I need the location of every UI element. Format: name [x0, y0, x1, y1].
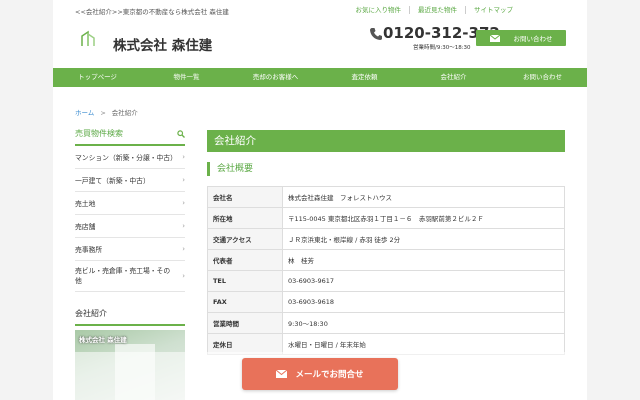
top-note: <<会社紹介>>東京都の不動産なら株式会社 森住建 [75, 8, 229, 16]
mail-contact-label: メールでお問合せ [295, 370, 364, 380]
table-row: 営業時間 9:30〜18:30 [207, 312, 565, 334]
section-title: 会社概要 [207, 162, 565, 176]
nav-item-company[interactable]: 会社紹介 [409, 68, 498, 87]
favorites-link[interactable]: お気に入り物件 [348, 6, 410, 14]
sidebar-item-store[interactable]: 売店舗 › [75, 215, 185, 238]
row-key: FAX [207, 291, 283, 313]
phone-icon [370, 28, 382, 40]
nav-item-sellers[interactable]: 売却のお客様へ [231, 68, 320, 87]
sidebar-item-building[interactable]: 売ビル・売倉庫・売工場・その他 › [75, 261, 185, 292]
row-value: 03-6903-9617 [282, 270, 565, 292]
row-value: 株式会社森住建 フォレストハウス [282, 186, 565, 208]
row-key: 代表者 [207, 249, 283, 271]
chevron-right-icon: › [182, 272, 185, 280]
sidebar-item-mansion[interactable]: マンション（新築・分譲・中古） › [75, 146, 185, 169]
logo-icon[interactable] [79, 30, 97, 48]
breadcrumb-current: 会社紹介 [111, 109, 138, 117]
sidebar-item-house[interactable]: 一戸建て（新築・中古） › [75, 169, 185, 192]
row-value: 〒115-0045 東京都北区赤羽１丁目１－６ 赤羽駅前第２ビル２Ｆ [282, 207, 565, 229]
chevron-right-icon: › [182, 245, 185, 253]
breadcrumb-home[interactable]: ホーム [75, 109, 94, 117]
sidebar-item-label: 売土地 [75, 200, 96, 208]
sidebar-item-office[interactable]: 売事務所 › [75, 238, 185, 261]
table-row: 会社名 株式会社森住建 フォレストハウス [207, 186, 565, 208]
global-nav: トップページ 物件一覧 売却のお客様へ 査定依頼 会社紹介 お問い合わせ [53, 68, 587, 87]
company-name[interactable]: 株式会社 森住建 [113, 34, 212, 54]
sidebar-item-label: 売ビル・売倉庫・売工場・その他 [75, 267, 171, 285]
row-value: ＪＲ京浜東北・根岸線 / 赤羽 徒歩 2分 [282, 228, 565, 250]
sidebar-company-title: 会社紹介 [75, 308, 185, 326]
table-row: 代表者林 桂芳 [207, 249, 565, 271]
sidebar-category-list: マンション（新築・分譲・中古） › 一戸建て（新築・中古） › 売土地 › 売店舗 › … [75, 146, 185, 292]
nav-item-properties[interactable]: 物件一覧 [142, 68, 231, 87]
sidebar-item-label: マンション（新築・分譲・中古） [75, 154, 177, 162]
page-title: 会社紹介 [207, 130, 565, 152]
sidebar-item-label: 売事務所 [75, 246, 103, 254]
row-value: 03-6903-9618 [282, 291, 565, 313]
row-key: 営業時間 [207, 312, 283, 334]
chevron-right-icon: › [182, 153, 185, 161]
chevron-right-icon: › [182, 199, 185, 207]
contact-button[interactable]: お問い合わせ [476, 30, 566, 46]
chevron-right-icon: › [182, 222, 185, 230]
nav-item-appraisal[interactable]: 査定依頼 [320, 68, 409, 87]
nav-item-top[interactable]: トップページ [53, 68, 142, 87]
row-value: 9:30〜18:30 [282, 312, 565, 334]
sidebar-search-title: 売買物件検索 [75, 129, 123, 138]
sidebar-item-land[interactable]: 売土地 › [75, 192, 185, 215]
company-info-table: 会社名 株式会社森住建 フォレストハウス 所在地 〒115-0045 東京都北区赤羽… [207, 186, 565, 355]
company-banner-text: 株式会社 森住建 [79, 336, 127, 344]
breadcrumb-separator: > [100, 109, 106, 117]
row-value: 林 桂芳 [282, 249, 565, 271]
sitemap-link[interactable]: サイトマップ [465, 6, 521, 14]
top-links: お気に入り物件 最近見た物件 サイトマップ [348, 6, 522, 14]
row-key: 会社名 [207, 186, 283, 208]
mail-icon [276, 370, 288, 378]
nav-item-contact[interactable]: お問い合わせ [498, 68, 587, 87]
contact-button-label: お問い合わせ [513, 35, 553, 43]
table-row: TEL 03-6903-9617 [207, 270, 565, 292]
mail-icon [489, 34, 500, 42]
sidebar-item-label: 一戸建て（新築・中古） [75, 177, 150, 185]
table-row: 交通アクセス ＪＲ京浜東北・根岸線 / 赤羽 徒歩 2分 [207, 228, 565, 250]
row-key: TEL [207, 270, 283, 292]
search-icon[interactable] [177, 129, 185, 138]
business-hours: 営業時間/9:30〜18:30 [413, 45, 471, 51]
chevron-right-icon: › [182, 176, 185, 184]
main-content: 会社紹介 会社概要 会社名 株式会社森住建 フォレストハウス 所在地 〒115-00… [207, 130, 565, 355]
mail-contact-button[interactable]: メールでお問合せ [242, 358, 398, 390]
page: <<会社紹介>>東京都の不動産なら株式会社 森住建 お気に入り物件 最近見た物件… [53, 0, 587, 400]
sidebar-search-header: 売買物件検索 [75, 128, 185, 146]
breadcrumb: ホーム > 会社紹介 [75, 107, 138, 117]
row-key: 所在地 [207, 207, 283, 229]
recently-viewed-link[interactable]: 最近見た物件 [409, 6, 465, 14]
sidebar-item-label: 売店舗 [75, 223, 96, 231]
table-row: FAX 03-6903-9618 [207, 291, 565, 313]
row-key: 交通アクセス [207, 228, 283, 250]
table-row: 所在地 〒115-0045 東京都北区赤羽１丁目１－６ 赤羽駅前第２ビル２Ｆ [207, 207, 565, 229]
